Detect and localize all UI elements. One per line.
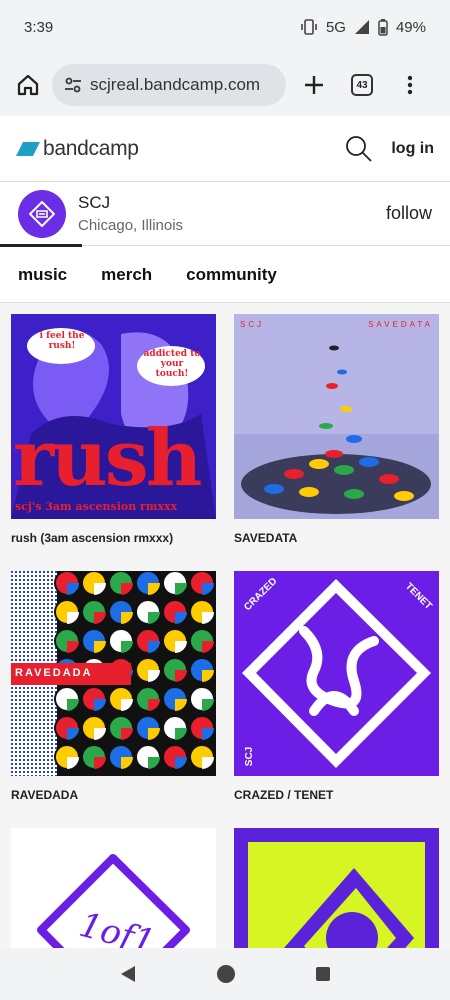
artist-logo-icon: [29, 200, 55, 227]
tab-community[interactable]: community: [186, 265, 277, 285]
cover-bubble-2: addicted to your touch!: [143, 349, 201, 379]
home-nav-icon[interactable]: [216, 964, 236, 984]
cover-artist: SCJ: [244, 746, 256, 767]
search-icon: [346, 135, 372, 162]
album-item[interactable]: i feel the rush! addicted to your touch!…: [11, 314, 216, 545]
logo-text: bandcamp: [43, 136, 139, 160]
avatar[interactable]: [18, 189, 66, 238]
site-header: bandcamp log in: [0, 116, 450, 182]
artist-row: SCJ Chicago, Illinois follow: [0, 182, 450, 246]
browser-toolbar: scjreal.bandcamp.com 43: [0, 54, 450, 116]
album-item[interactable]: RAVEDADA RAVEDADA: [11, 571, 216, 802]
login-link[interactable]: log in: [391, 140, 434, 158]
signal-icon: [354, 20, 369, 34]
cover-title: SAVEDATA: [368, 320, 433, 329]
battery-label: 49%: [395, 18, 426, 36]
album-title[interactable]: RAVEDADA: [11, 788, 216, 802]
status-bar: 3:39 5G 49%: [0, 0, 450, 54]
new-tab-button[interactable]: [290, 64, 338, 106]
tab-count: 43: [351, 74, 373, 96]
home-button[interactable]: [10, 67, 46, 103]
album-title[interactable]: CRAZED / TENET: [234, 788, 439, 802]
nav-tabs: music merch community: [0, 247, 450, 303]
album-item[interactable]: 1of1: [11, 828, 216, 948]
bandcamp-logo[interactable]: bandcamp: [16, 137, 339, 161]
album-grid: i feel the rush! addicted to your touch!…: [0, 303, 450, 948]
tab-music[interactable]: music: [18, 265, 67, 285]
cover-subtitle: scj's 3am ascension rmxxx: [15, 500, 178, 513]
more-vert-icon: [407, 75, 413, 95]
battery-icon: [378, 18, 388, 36]
album-cover[interactable]: i feel the rush! addicted to your touch!…: [11, 314, 216, 519]
status-time: 3:39: [24, 18, 54, 36]
vibrate-icon: [301, 19, 317, 35]
recents-icon[interactable]: [315, 966, 331, 982]
cover-bubble-1: i feel the rush!: [39, 331, 85, 351]
artist-location: Chicago, Illinois: [78, 217, 184, 234]
url-bar[interactable]: scjreal.bandcamp.com: [52, 64, 286, 106]
follow-button[interactable]: follow: [386, 203, 432, 224]
album-cover[interactable]: 1of1: [11, 828, 216, 948]
bandcamp-logo-icon: [16, 141, 40, 156]
album-cover[interactable]: RAVEDADA: [11, 571, 216, 776]
album-cover[interactable]: CRAZED TENET SCJ: [234, 571, 439, 776]
system-nav-bar: [0, 948, 450, 1000]
album-cover[interactable]: [234, 828, 439, 948]
cover-title: RAVEDADA: [15, 667, 93, 679]
album-cover[interactable]: SCJ SAVEDATA: [234, 314, 439, 519]
album-item[interactable]: SCJ SAVEDATA SAVEDATA: [234, 314, 439, 545]
album-item[interactable]: [234, 828, 439, 948]
album-title[interactable]: rush (3am ascension rmxxx): [11, 531, 216, 545]
cover-artist: SCJ: [240, 320, 265, 329]
back-icon[interactable]: [119, 965, 137, 983]
site-settings-icon: [65, 77, 81, 93]
album-item[interactable]: CRAZED TENET SCJ CRAZED / TENET: [234, 571, 439, 802]
search-button[interactable]: [339, 129, 379, 169]
network-label: 5G: [325, 18, 346, 36]
plus-icon: [305, 76, 323, 94]
artist-name[interactable]: SCJ: [78, 193, 386, 213]
tab-merch[interactable]: merch: [101, 265, 152, 285]
cover-title: rush: [13, 413, 202, 504]
home-icon: [17, 74, 39, 96]
more-menu-button[interactable]: [386, 64, 434, 106]
tab-switcher-button[interactable]: 43: [338, 64, 386, 106]
url-text: scjreal.bandcamp.com: [90, 75, 261, 94]
album-title[interactable]: SAVEDATA: [234, 531, 439, 545]
